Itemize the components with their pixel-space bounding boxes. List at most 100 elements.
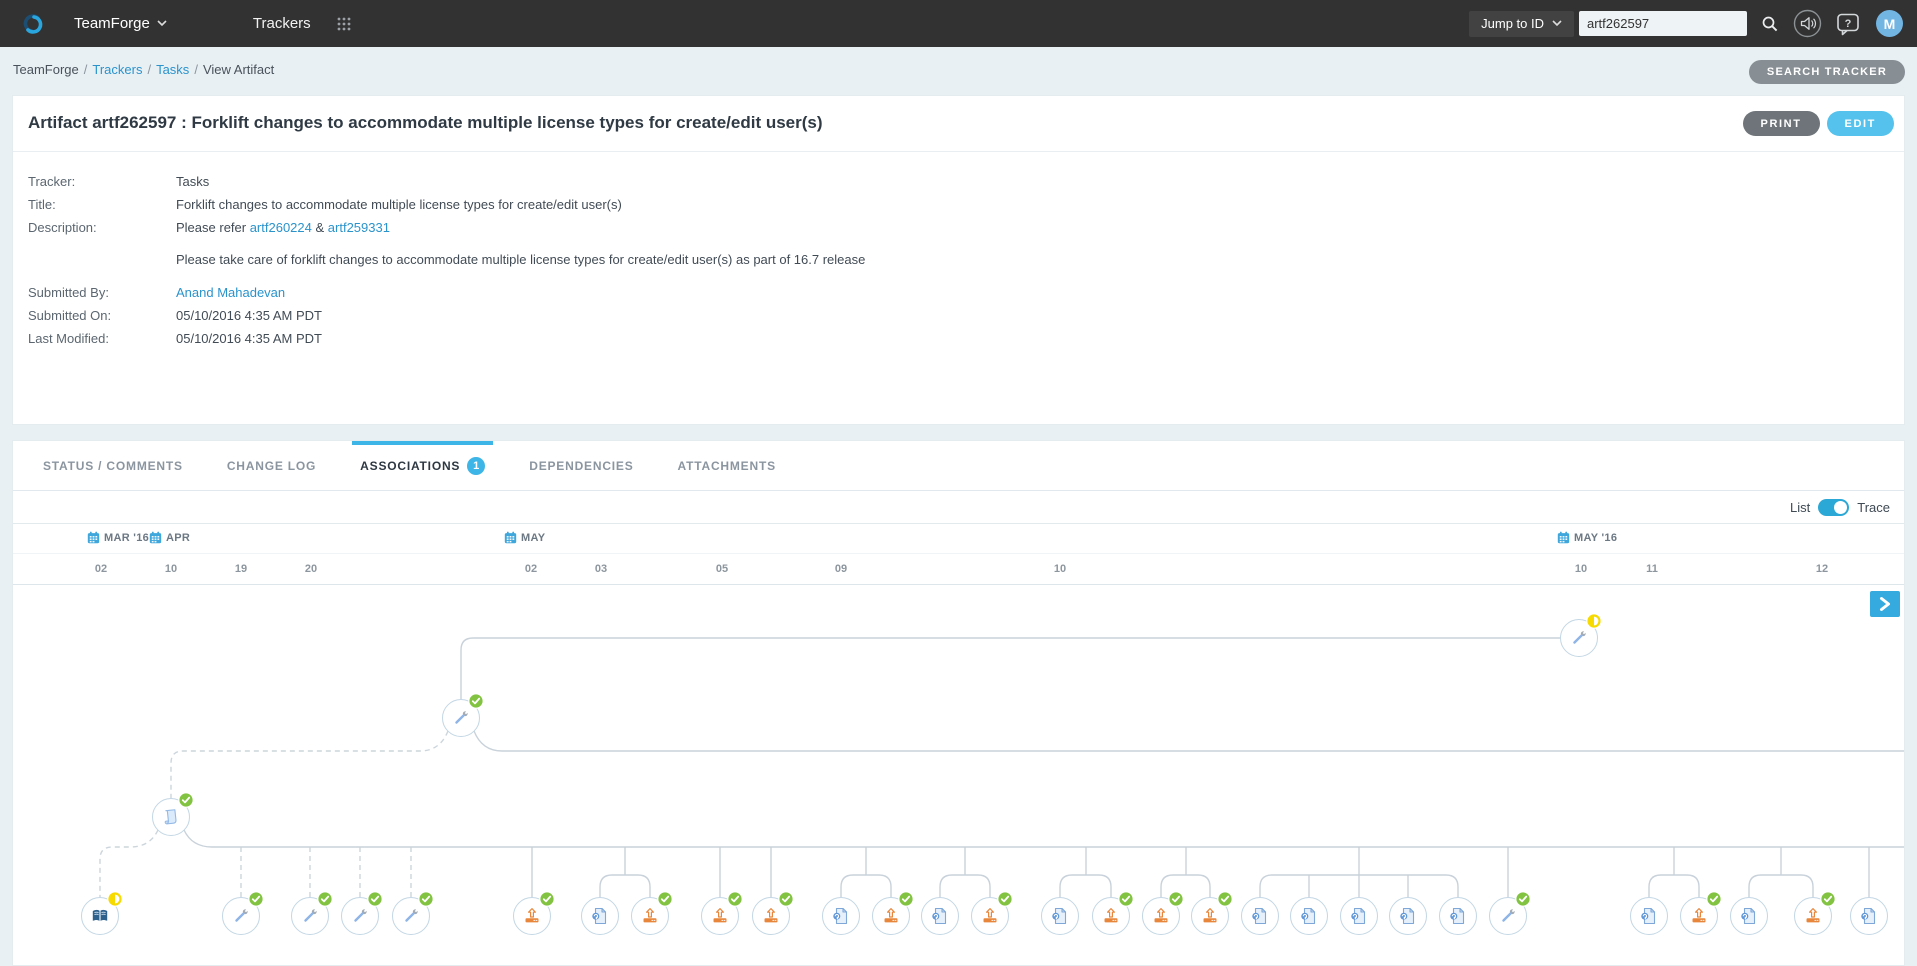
commit-icon [1449,907,1467,925]
jump-to-id-select[interactable]: Jump to ID [1469,11,1574,37]
help-icon[interactable]: ? [1836,12,1860,36]
announcements-icon[interactable] [1793,9,1822,38]
description-separator: & [312,220,328,235]
timeline-day: 20 [305,563,317,575]
calendar-icon [87,531,100,544]
trace-node-commit[interactable] [1389,897,1427,935]
tab-status-comments[interactable]: STATUS / COMMENTS [43,441,183,490]
description-body: Please take care of forklift changes to … [176,251,865,268]
breadcrumb-row: TeamForge/Trackers/Tasks/View Artifact S… [0,47,1917,95]
trace-node-commit[interactable] [1241,897,1279,935]
trace-node-task[interactable] [341,897,379,935]
trace-node-release[interactable] [1680,897,1718,935]
trace-node-release[interactable] [1191,897,1229,935]
timeline-day: 05 [716,563,728,575]
commit-icon [1350,907,1368,925]
trace-node-task[interactable] [442,699,480,737]
collabnet-logo-icon[interactable] [18,11,48,37]
trace-node-book[interactable] [81,897,119,935]
trace-node-commit[interactable] [581,897,619,935]
edit-button[interactable]: EDIT [1827,111,1894,136]
trace-node-task[interactable] [222,897,260,935]
scroll-right-button[interactable] [1870,591,1900,617]
search-tracker-button[interactable]: SEARCH TRACKER [1749,60,1905,84]
print-button[interactable]: PRINT [1743,111,1820,136]
app-menu-teamforge[interactable]: TeamForge [64,15,177,32]
tab-attachments[interactable]: ATTACHMENTS [678,441,776,490]
tabs-card: STATUS / COMMENTS CHANGE LOG ASSOCIATIONS1… [12,440,1905,966]
list-trace-toggle[interactable] [1818,499,1849,516]
trace-node-release[interactable] [1794,897,1832,935]
trace-node-commit[interactable] [1041,897,1079,935]
search-input[interactable] [1579,11,1747,36]
toggle-label-list[interactable]: List [1790,500,1810,515]
artifact-card: Artifact artf262597 : Forklift changes t… [12,95,1905,425]
trace-node-release[interactable] [631,897,669,935]
commit-icon [1300,907,1318,925]
status-check-icon [657,891,673,907]
timeline-day: 02 [525,563,537,575]
trace-node-release[interactable] [701,897,739,935]
artifact-fields: Tracker: Tasks Title: Forklift changes t… [13,152,1904,348]
calendar-icon [1557,531,1570,544]
trace-node-commit[interactable] [1340,897,1378,935]
view-toggle-row: List Trace [13,491,1904,524]
release-icon [641,907,659,925]
trace-node-release[interactable] [752,897,790,935]
month-label: MAY '16 [1574,532,1617,544]
commit-icon [931,907,949,925]
tab-dependencies[interactable]: DEPENDENCIES [529,441,633,490]
trace-node-document[interactable] [152,798,190,836]
breadcrumb-link-trackers[interactable]: Trackers [92,62,142,77]
timeline-day: 02 [95,563,107,575]
timeline-day: 09 [835,563,847,575]
commit-icon [1399,907,1417,925]
trace-node-release[interactable] [872,897,910,935]
trace-node-commit[interactable] [1439,897,1477,935]
search-icon[interactable] [1761,15,1779,33]
task-icon [1499,907,1517,925]
tab-change-log[interactable]: CHANGE LOG [227,441,316,490]
brand-label: TeamForge [74,15,150,32]
task-icon [1570,629,1588,647]
field-row-title: Title: Forklift changes to accommodate m… [28,196,1904,214]
trace-node-task[interactable] [1489,897,1527,935]
trace-node-commit[interactable] [1290,897,1328,935]
commit-icon [1860,907,1878,925]
trace-node-commit[interactable] [1730,897,1768,935]
trace-node-release[interactable] [1142,897,1180,935]
submitted-by-link[interactable]: Anand Mahadevan [176,284,285,302]
artifact-link-1[interactable]: artf260224 [250,220,312,235]
trace-node-commit[interactable] [1630,897,1668,935]
trace-node-release[interactable] [971,897,1009,935]
trace-node-task[interactable] [392,897,430,935]
trace-node-task[interactable] [1560,619,1598,657]
timeline-month-row: MAR '16APRMAYMAY '16 [13,524,1904,554]
trace-node-task[interactable] [291,897,329,935]
timeline-month: MAY '16 [1557,531,1617,544]
field-label: Tracker: [28,173,176,191]
status-check-icon [418,891,434,907]
timeline-day: 11 [1646,563,1658,575]
breadcrumb-link-tasks[interactable]: Tasks [156,62,189,77]
timeline-day: 10 [1575,563,1587,575]
artifact-link-2[interactable]: artf259331 [328,220,390,235]
app-grid-icon[interactable] [337,17,351,31]
trace-node-commit[interactable] [822,897,860,935]
nav-item-trackers[interactable]: Trackers [253,15,311,32]
status-check-icon [1706,891,1722,907]
release-icon [1804,907,1822,925]
trace-node-commit[interactable] [1850,897,1888,935]
task-icon [402,907,420,925]
toggle-label-trace[interactable]: Trace [1857,500,1890,515]
month-label: MAR '16 [104,532,149,544]
timeline-month: APR [149,531,190,544]
trace-node-release[interactable] [1092,897,1130,935]
page-title: Artifact artf262597 : Forklift changes t… [28,113,823,133]
tab-associations[interactable]: ASSOCIATIONS1 [360,441,485,490]
status-check-icon [539,891,555,907]
trace-node-commit[interactable] [921,897,959,935]
breadcrumb: TeamForge/Trackers/Tasks/View Artifact [13,62,274,77]
trace-node-release[interactable] [513,897,551,935]
user-avatar[interactable]: M [1876,10,1903,37]
